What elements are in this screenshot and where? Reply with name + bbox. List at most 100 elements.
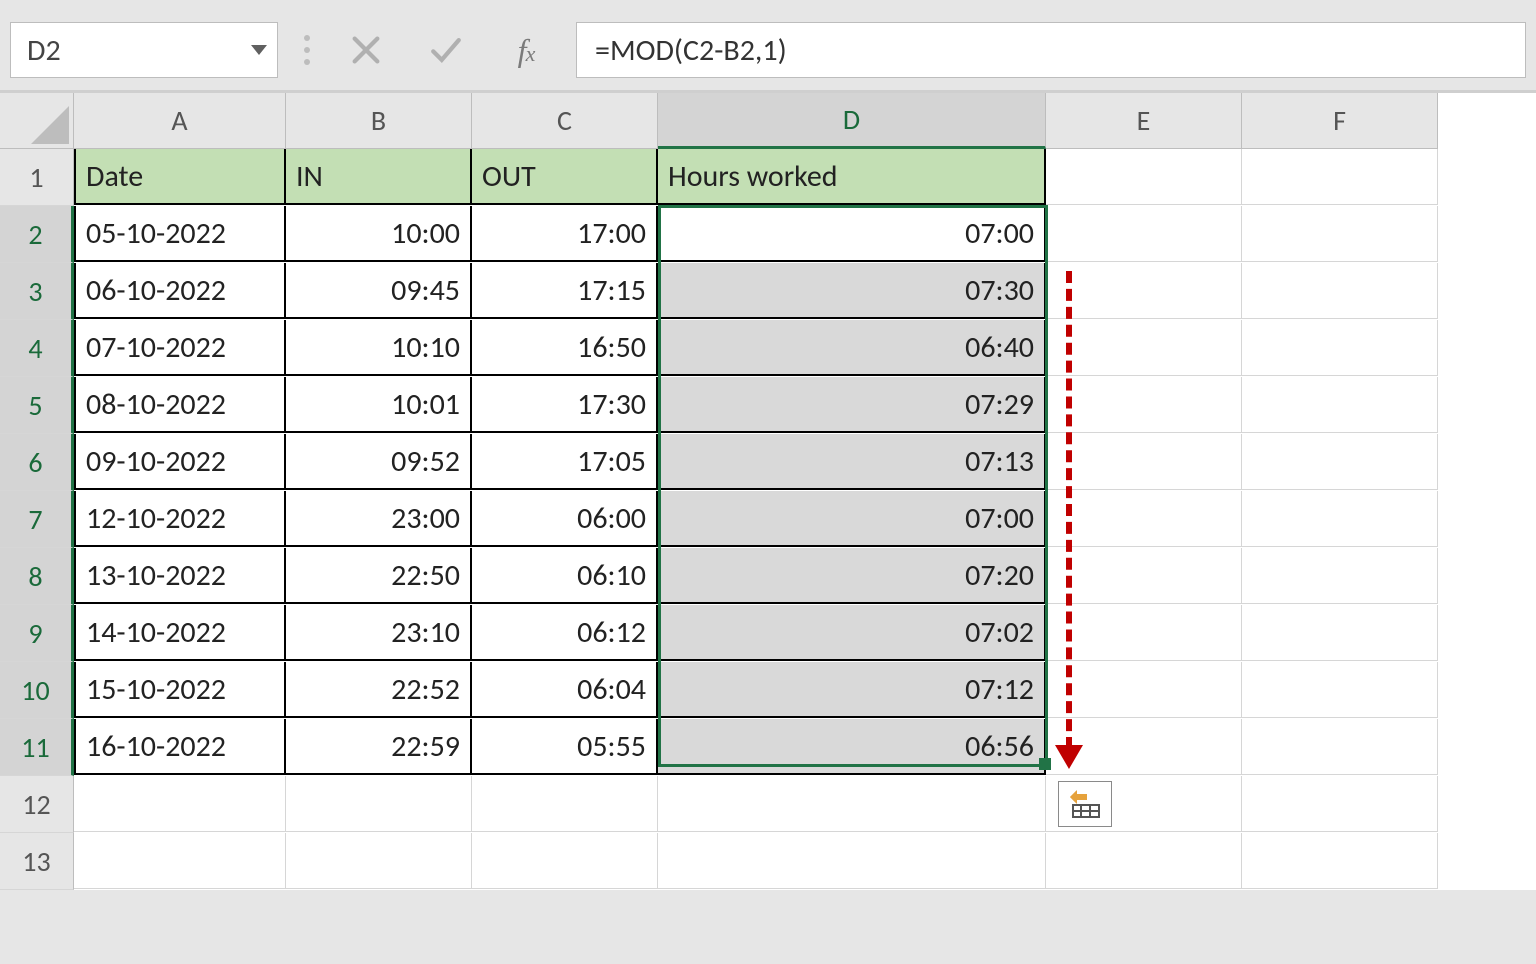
cell-A8[interactable]: 13-10-2022 xyxy=(74,548,286,604)
cell-D1[interactable]: Hours worked xyxy=(658,149,1046,205)
cell-E1[interactable] xyxy=(1046,149,1242,205)
cell-E6[interactable] xyxy=(1046,434,1242,490)
cell-C10[interactable]: 06:04 xyxy=(472,662,658,718)
cell-C9[interactable]: 06:12 xyxy=(472,605,658,661)
cell-E4[interactable] xyxy=(1046,320,1242,376)
row-header-6[interactable]: 6 xyxy=(0,434,74,491)
row-header-10[interactable]: 10 xyxy=(0,662,74,719)
cell-D3[interactable]: 07:30 xyxy=(658,263,1046,319)
cell-F6[interactable] xyxy=(1242,434,1438,490)
row-header-9[interactable]: 9 xyxy=(0,605,74,662)
cell-A7[interactable]: 12-10-2022 xyxy=(74,491,286,547)
cell-A11[interactable]: 16-10-2022 xyxy=(74,719,286,775)
cell-A13[interactable] xyxy=(74,833,286,889)
row-header-5[interactable]: 5 xyxy=(0,377,74,434)
col-header-F[interactable]: F xyxy=(1242,93,1438,149)
cell-B5[interactable]: 10:01 xyxy=(286,377,472,433)
row-header-3[interactable]: 3 xyxy=(0,263,74,320)
cell-E10[interactable] xyxy=(1046,662,1242,718)
cell-F3[interactable] xyxy=(1242,263,1438,319)
enter-button[interactable] xyxy=(426,30,466,70)
cell-F9[interactable] xyxy=(1242,605,1438,661)
cell-B7[interactable]: 23:00 xyxy=(286,491,472,547)
cell-B2[interactable]: 10:00 xyxy=(286,206,472,262)
cell-A10[interactable]: 15-10-2022 xyxy=(74,662,286,718)
row-header-8[interactable]: 8 xyxy=(0,548,74,605)
col-header-D[interactable]: D xyxy=(658,93,1046,149)
cell-A1[interactable]: Date xyxy=(74,149,286,205)
cell-E9[interactable] xyxy=(1046,605,1242,661)
cell-E13[interactable] xyxy=(1046,833,1242,889)
cell-B12[interactable] xyxy=(286,776,472,832)
cell-C12[interactable] xyxy=(472,776,658,832)
cell-E5[interactable] xyxy=(1046,377,1242,433)
cell-C7[interactable]: 06:00 xyxy=(472,491,658,547)
col-header-E[interactable]: E xyxy=(1046,93,1242,149)
cell-A3[interactable]: 06-10-2022 xyxy=(74,263,286,319)
cell-A9[interactable]: 14-10-2022 xyxy=(74,605,286,661)
chevron-down-icon[interactable] xyxy=(251,45,267,55)
cell-F8[interactable] xyxy=(1242,548,1438,604)
cell-A12[interactable] xyxy=(74,776,286,832)
cell-C13[interactable] xyxy=(472,833,658,889)
cell-C11[interactable]: 05:55 xyxy=(472,719,658,775)
cell-F4[interactable] xyxy=(1242,320,1438,376)
cell-D8[interactable]: 07:20 xyxy=(658,548,1046,604)
col-header-C[interactable]: C xyxy=(472,93,658,149)
cell-D12[interactable] xyxy=(658,776,1046,832)
cell-F10[interactable] xyxy=(1242,662,1438,718)
cell-F11[interactable] xyxy=(1242,719,1438,775)
cell-B10[interactable]: 22:52 xyxy=(286,662,472,718)
cell-A2[interactable]: 05-10-2022 xyxy=(74,206,286,262)
cell-B9[interactable]: 23:10 xyxy=(286,605,472,661)
cell-C3[interactable]: 17:15 xyxy=(472,263,658,319)
row-header-12[interactable]: 12 xyxy=(0,776,74,833)
cell-F1[interactable] xyxy=(1242,149,1438,205)
cell-F5[interactable] xyxy=(1242,377,1438,433)
cell-B3[interactable]: 09:45 xyxy=(286,263,472,319)
cell-E2[interactable] xyxy=(1046,206,1242,262)
cell-B4[interactable]: 10:10 xyxy=(286,320,472,376)
cell-D7[interactable]: 07:00 xyxy=(658,491,1046,547)
cell-D13[interactable] xyxy=(658,833,1046,889)
row-header-1[interactable]: 1 xyxy=(0,149,74,206)
cell-C4[interactable]: 16:50 xyxy=(472,320,658,376)
cell-C2[interactable]: 17:00 xyxy=(472,206,658,262)
cell-E7[interactable] xyxy=(1046,491,1242,547)
row-header-2[interactable]: 2 xyxy=(0,206,74,263)
grid[interactable]: A B C D E F 1 Date IN OUT Hours worked 2… xyxy=(0,93,1536,890)
row-header-11[interactable]: 11 xyxy=(0,719,74,776)
cell-D11[interactable]: 06:56 xyxy=(658,719,1046,775)
cancel-button[interactable] xyxy=(346,30,386,70)
cell-A5[interactable]: 08-10-2022 xyxy=(74,377,286,433)
col-header-A[interactable]: A xyxy=(74,93,286,149)
autofill-options-button[interactable] xyxy=(1058,781,1112,827)
cell-F12[interactable] xyxy=(1242,776,1438,832)
cell-B1[interactable]: IN xyxy=(286,149,472,205)
cell-D6[interactable]: 07:13 xyxy=(658,434,1046,490)
cell-A6[interactable]: 09-10-2022 xyxy=(74,434,286,490)
row-header-13[interactable]: 13 xyxy=(0,833,74,890)
cell-E3[interactable] xyxy=(1046,263,1242,319)
row-header-7[interactable]: 7 xyxy=(0,491,74,548)
cell-B13[interactable] xyxy=(286,833,472,889)
cell-A4[interactable]: 07-10-2022 xyxy=(74,320,286,376)
cell-B6[interactable]: 09:52 xyxy=(286,434,472,490)
cell-D4[interactable]: 06:40 xyxy=(658,320,1046,376)
cell-C6[interactable]: 17:05 xyxy=(472,434,658,490)
cell-D2[interactable]: 07:00 xyxy=(658,206,1046,262)
name-box[interactable]: D2 xyxy=(10,22,278,78)
cell-C5[interactable]: 17:30 xyxy=(472,377,658,433)
row-header-4[interactable]: 4 xyxy=(0,320,74,377)
cell-B8[interactable]: 22:50 xyxy=(286,548,472,604)
cell-F13[interactable] xyxy=(1242,833,1438,889)
cell-D5[interactable]: 07:29 xyxy=(658,377,1046,433)
cell-D9[interactable]: 07:02 xyxy=(658,605,1046,661)
resize-grip-icon[interactable] xyxy=(298,35,316,65)
insert-function-button[interactable]: fx xyxy=(506,30,546,70)
cell-D10[interactable]: 07:12 xyxy=(658,662,1046,718)
formula-input[interactable]: =MOD(C2-B2,1) xyxy=(576,22,1526,78)
cell-F2[interactable] xyxy=(1242,206,1438,262)
cell-C8[interactable]: 06:10 xyxy=(472,548,658,604)
cell-E8[interactable] xyxy=(1046,548,1242,604)
